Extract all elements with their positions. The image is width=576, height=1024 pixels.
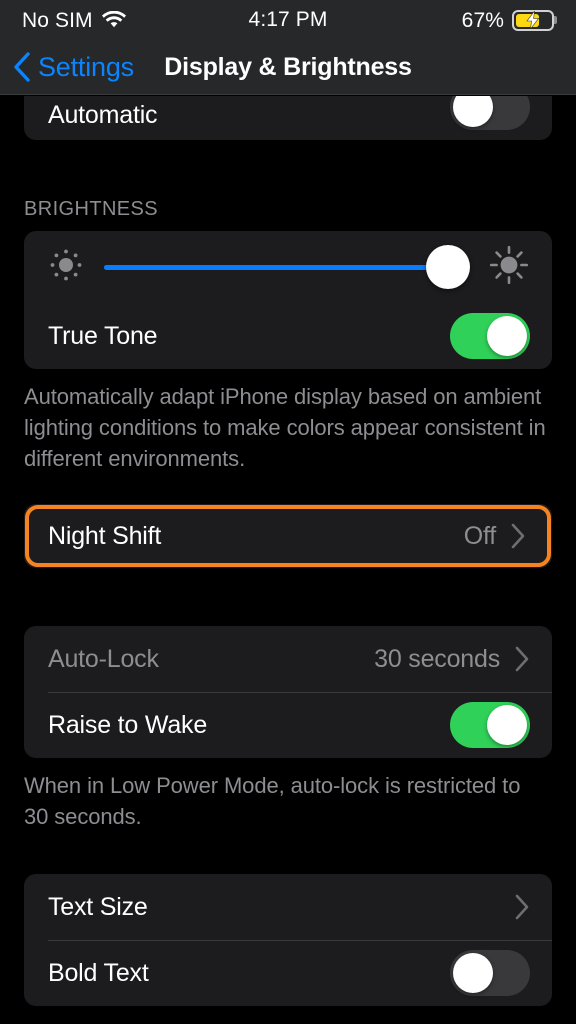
bold-text-toggle[interactable] (450, 950, 530, 996)
row-brightness-slider[interactable] (24, 231, 552, 303)
toggle-knob (487, 316, 527, 356)
night-shift-label: Night Shift (48, 521, 162, 550)
row-automatic[interactable]: Automatic (24, 96, 552, 140)
row-bold-text[interactable]: Bold Text (24, 940, 552, 1006)
text-size-label: Text Size (48, 892, 148, 921)
clock-label: 4:17 PM (248, 8, 328, 31)
row-auto-lock[interactable]: Auto-Lock 30 seconds (24, 626, 552, 692)
battery-icon (512, 9, 555, 31)
night-shift-value: Off (463, 521, 496, 550)
toggle-knob (487, 705, 527, 745)
iphone-screen: No SIM 4:17 PM 67% Settings Display & Br… (0, 0, 576, 1024)
raise-to-wake-toggle[interactable] (450, 702, 530, 748)
carrier-label: No SIM (22, 8, 93, 32)
navigation-bar: Settings Display & Brightness (0, 40, 576, 95)
chevron-right-icon (514, 893, 530, 921)
brightness-slider[interactable] (104, 244, 471, 290)
status-bar: No SIM 4:17 PM 67% (0, 0, 576, 40)
autolock-card: Auto-Lock 30 seconds Raise to Wake (24, 626, 552, 758)
auto-lock-value: 30 seconds (374, 644, 500, 673)
row-raise-to-wake[interactable]: Raise to Wake (24, 692, 552, 758)
true-tone-toggle[interactable] (450, 313, 530, 359)
chevron-left-icon (12, 51, 32, 83)
appearance-card: Automatic (24, 96, 552, 140)
sun-small-icon (48, 247, 84, 288)
charging-bolt-icon (526, 11, 540, 29)
wifi-icon (101, 11, 126, 29)
brightness-section-header: BRIGHTNESS (24, 198, 159, 220)
automatic-label: Automatic (48, 101, 158, 129)
bold-text-label: Bold Text (48, 958, 149, 987)
slider-fill (104, 264, 449, 270)
settings-scroll-view[interactable]: Automatic BRIGHTNESS True Tone Automatic… (0, 96, 576, 1024)
night-shift-card: Night Shift Off (24, 504, 552, 568)
brightness-footer-text: Automatically adapt iPhone display based… (24, 384, 546, 471)
raise-to-wake-label: Raise to Wake (48, 710, 208, 739)
autolock-footer-text: When in Low Power Mode, auto-lock is res… (24, 773, 521, 829)
chevron-right-icon (514, 645, 530, 673)
auto-lock-label: Auto-Lock (48, 644, 159, 673)
automatic-toggle[interactable] (450, 96, 530, 130)
slider-thumb[interactable] (426, 245, 471, 289)
toggle-knob (453, 953, 493, 993)
sun-large-icon (488, 244, 530, 291)
battery-percent-label: 67% (461, 8, 505, 32)
back-button[interactable]: Settings (12, 51, 134, 83)
back-button-label: Settings (38, 51, 134, 82)
status-bar-left: No SIM (22, 10, 249, 31)
row-true-tone[interactable]: True Tone (24, 303, 552, 369)
row-text-size[interactable]: Text Size (24, 874, 552, 940)
brightness-card: True Tone (24, 231, 552, 369)
toggle-knob (453, 96, 493, 127)
text-card: Text Size Bold Text (24, 874, 552, 1006)
row-night-shift[interactable]: Night Shift Off (25, 505, 551, 567)
true-tone-label: True Tone (48, 321, 158, 350)
status-bar-right: 67% (327, 8, 555, 32)
chevron-right-icon (510, 522, 526, 550)
